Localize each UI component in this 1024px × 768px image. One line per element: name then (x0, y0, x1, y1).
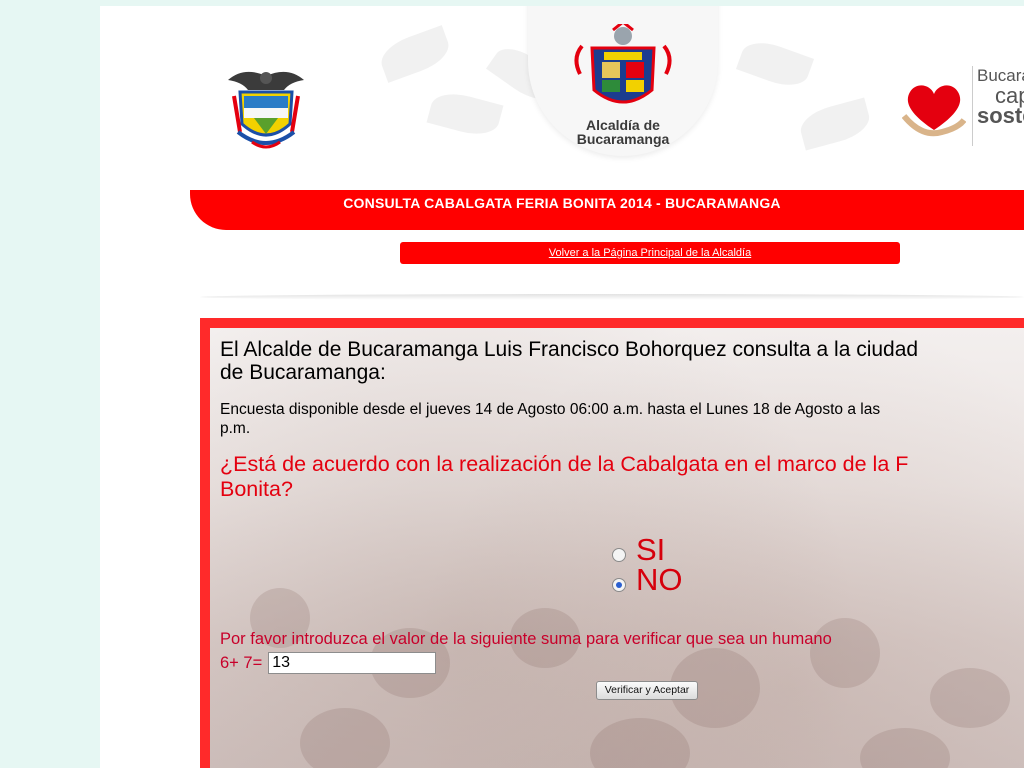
sum-answer-input[interactable] (268, 652, 437, 674)
crowd-shape (930, 668, 1010, 728)
header: Alcaldía de Bucaramanga Bucara cap soste (100, 6, 1024, 166)
header-divider (200, 294, 1024, 300)
radio-no[interactable] (612, 578, 626, 592)
decorative-leaf (375, 25, 455, 83)
question-line1: ¿Está de acuerdo con la realización de l… (220, 452, 909, 476)
survey-availability: Encuesta disponible desde el jueves 14 d… (220, 400, 1024, 438)
availability-line2: p.m. (220, 420, 251, 437)
back-to-main-page-link[interactable]: Volver a la Página Principal de la Alcal… (400, 242, 900, 264)
survey-intro-line1: El Alcalde de Bucaramanga Luis Francisco… (220, 338, 919, 361)
heart-hand-icon (901, 76, 967, 138)
survey-intro-line2: de Bucaramanga: (220, 361, 386, 384)
page-container: Alcaldía de Bucaramanga Bucara cap soste… (100, 6, 1024, 768)
crowd-background-image: El Alcalde de Bucaramanga Luis Francisco… (210, 328, 1024, 768)
captcha-row: 6+ 7= (220, 652, 437, 674)
right-logo-line3: soste (977, 103, 1024, 128)
survey-intro: El Alcalde de Bucaramanga Luis Francisco… (220, 338, 1024, 384)
alcaldia-logo-line2: Bucaramanga (576, 131, 670, 147)
captcha-prompt: Por favor introduzca el valor de la sigu… (220, 630, 832, 648)
option-no[interactable]: NO (612, 564, 683, 596)
survey-question: ¿Está de acuerdo con la realización de l… (220, 452, 1024, 502)
crowd-shape (300, 708, 390, 768)
back-link-bar: Volver a la Página Principal de la Alcal… (400, 242, 900, 264)
page-title: CONSULTA CABALGATA FERIA BONITA 2014 - B… (343, 195, 781, 211)
bucaramanga-shield-icon (572, 20, 674, 114)
option-no-label[interactable]: NO (636, 564, 683, 596)
title-bar: CONSULTA CABALGATA FERIA BONITA 2014 - B… (190, 190, 1024, 230)
verify-and-accept-button[interactable]: Verificar y Aceptar (596, 681, 698, 700)
colombia-coat-of-arms-icon (224, 62, 308, 158)
survey-panel: El Alcalde de Bucaramanga Luis Francisco… (200, 318, 1024, 768)
question-line2: Bonita? (220, 477, 293, 501)
answer-options: SI NO (612, 534, 683, 596)
radio-si[interactable] (612, 548, 626, 562)
decorative-leaf (735, 35, 815, 93)
sum-label: 6+ 7= (220, 653, 263, 672)
right-logo-text: Bucara cap soste (972, 66, 1024, 146)
crowd-shape (590, 718, 690, 768)
availability-line1: Encuesta disponible desde el jueves 14 d… (220, 401, 881, 418)
crowd-shape (860, 728, 950, 768)
decorative-leaf (426, 87, 504, 141)
survey-content: El Alcalde de Bucaramanga Luis Francisco… (220, 338, 1024, 700)
alcaldia-logo-text: Alcaldía de Bucaramanga (558, 118, 688, 146)
decorative-leaf (796, 97, 874, 151)
crowd-shape (810, 618, 880, 688)
